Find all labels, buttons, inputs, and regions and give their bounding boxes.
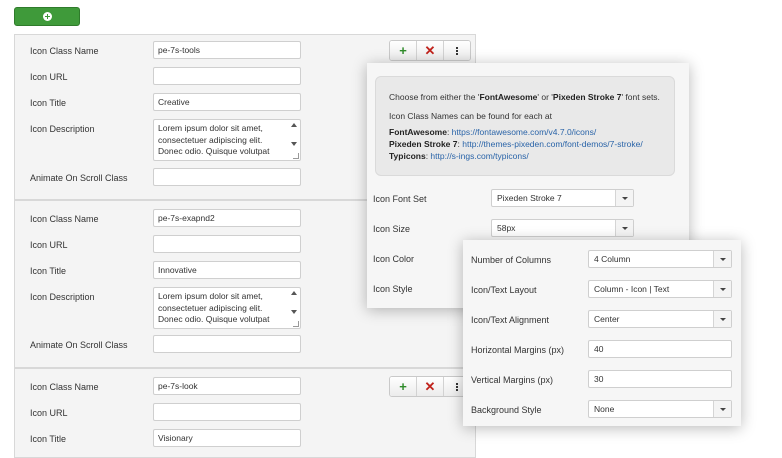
animate-on-scroll-label: Animate On Scroll Class: [30, 340, 128, 350]
icon-url-label: Icon URL: [30, 408, 68, 418]
icon-description-field[interactable]: Lorem ipsum dolor sit amet, consectetuer…: [153, 287, 301, 329]
icon-font-set-select[interactable]: Pixeden Stroke 7: [491, 189, 634, 207]
item-menu-button[interactable]: [444, 41, 470, 60]
icon-size-select[interactable]: 58px: [491, 219, 634, 237]
typicons-link-line: Typicons: http://s-ings.com/typicons/: [389, 151, 529, 161]
chevron-down-icon: [713, 401, 731, 417]
background-style-label: Background Style: [471, 405, 542, 415]
plus-icon: +: [399, 43, 407, 58]
more-vertical-icon: [456, 382, 458, 391]
chevron-down-icon: [615, 220, 633, 236]
horizontal-margins-label: Horizontal Margins (px): [471, 345, 565, 355]
animate-on-scroll-field[interactable]: [153, 335, 301, 353]
icon-title-field[interactable]: Innovative: [153, 261, 301, 279]
chevron-down-icon: [713, 251, 731, 267]
icon-text-alignment-label: Icon/Text Alignment: [471, 315, 550, 325]
icon-class-name-field[interactable]: pe-7s-tools: [153, 41, 301, 59]
font-info-box: Choose from either the 'FontAwesome' or …: [375, 76, 675, 176]
icon-title-label: Icon Title: [30, 266, 67, 276]
icon-class-name-field[interactable]: pe-7s-look: [153, 377, 301, 395]
add-item-button[interactable]: [14, 7, 80, 26]
layout-settings-popup: Number of Columns 4 Column Icon/Text Lay…: [463, 240, 741, 426]
info-line-1: Choose from either the 'FontAwesome' or …: [389, 92, 660, 102]
icon-url-label: Icon URL: [30, 72, 68, 82]
chevron-down-icon: [615, 190, 633, 206]
icon-font-set-label: Icon Font Set: [373, 194, 427, 204]
fontawesome-link[interactable]: https://fontawesome.com/v4.7.0/icons/: [452, 127, 597, 137]
background-style-select[interactable]: None: [588, 400, 732, 418]
pixeden-link-line: Pixeden Stroke 7: http://themes-pixeden.…: [389, 139, 643, 149]
scroll-down-icon: [291, 142, 297, 146]
plus-icon: +: [399, 379, 407, 394]
add-item-button[interactable]: +: [390, 41, 417, 60]
remove-item-button[interactable]: ✕: [417, 377, 444, 396]
info-line-2: Icon Class Names can be found for each a…: [389, 111, 553, 121]
icon-class-name-label: Icon Class Name: [30, 46, 99, 56]
close-icon: ✕: [424, 42, 436, 58]
vertical-margins-label: Vertical Margins (px): [471, 375, 554, 385]
icon-title-label: Icon Title: [30, 434, 67, 444]
number-of-columns-select[interactable]: 4 Column: [588, 250, 732, 268]
icon-title-label: Icon Title: [30, 98, 67, 108]
icon-title-field[interactable]: Creative: [153, 93, 301, 111]
scroll-up-icon: [291, 123, 297, 127]
animate-on-scroll-label: Animate On Scroll Class: [30, 173, 128, 183]
icon-text-layout-label: Icon/Text Layout: [471, 285, 537, 295]
close-icon: ✕: [424, 378, 436, 394]
vertical-margins-field[interactable]: 30: [588, 370, 732, 388]
pixeden-link[interactable]: http://themes-pixeden.com/font-demos/7-s…: [462, 139, 642, 149]
icon-text-layout-select[interactable]: Column - Icon | Text: [588, 280, 732, 298]
more-vertical-icon: [456, 46, 458, 55]
chevron-down-icon: [713, 311, 731, 327]
icon-description-field[interactable]: Lorem ipsum dolor sit amet, consectetuer…: [153, 119, 301, 161]
icon-color-label: Icon Color: [373, 254, 415, 264]
number-of-columns-label: Number of Columns: [471, 255, 552, 265]
icon-description-label: Icon Description: [30, 292, 95, 302]
icon-class-name-label: Icon Class Name: [30, 214, 99, 224]
icon-text-alignment-select[interactable]: Center: [588, 310, 732, 328]
item-panel: Icon Class Name pe-7s-look + ✕ Icon URL …: [14, 368, 476, 458]
fontawesome-link-line: FontAwesome: https://fontawesome.com/v4.…: [389, 127, 597, 137]
plus-circle-icon: [42, 12, 52, 21]
add-item-button[interactable]: +: [390, 377, 417, 396]
chevron-down-icon: [713, 281, 731, 297]
icon-class-name-label: Icon Class Name: [30, 382, 99, 392]
icon-url-field[interactable]: [153, 67, 301, 85]
icon-class-name-field[interactable]: pe-7s-exapnd2: [153, 209, 301, 227]
resize-handle[interactable]: [293, 321, 299, 327]
icon-size-label: Icon Size: [373, 224, 411, 234]
icon-url-field[interactable]: [153, 403, 301, 421]
icon-url-label: Icon URL: [30, 240, 68, 250]
remove-item-button[interactable]: ✕: [417, 41, 444, 60]
icon-title-field[interactable]: Visionary: [153, 429, 301, 447]
icon-style-label: Icon Style: [373, 284, 413, 294]
scroll-down-icon: [291, 310, 297, 314]
item-actions: + ✕: [389, 40, 471, 61]
typicons-link[interactable]: http://s-ings.com/typicons/: [430, 151, 528, 161]
resize-handle[interactable]: [293, 153, 299, 159]
icon-url-field[interactable]: [153, 235, 301, 253]
horizontal-margins-field[interactable]: 40: [588, 340, 732, 358]
item-actions: + ✕: [389, 376, 471, 397]
icon-description-label: Icon Description: [30, 124, 95, 134]
animate-on-scroll-field[interactable]: [153, 168, 301, 186]
scroll-up-icon: [291, 291, 297, 295]
